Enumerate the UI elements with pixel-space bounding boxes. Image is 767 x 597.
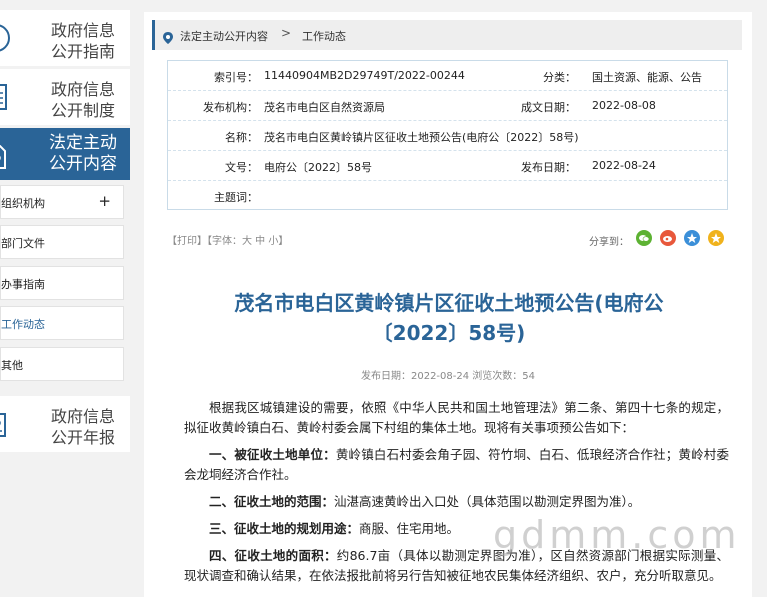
sidebar-subitem-label: 工作动态	[1, 318, 45, 331]
sidebar-subitem-org[interactable]: 组织机构 +	[0, 185, 124, 219]
document-icon	[0, 81, 14, 113]
meta-row: 主题词：	[168, 181, 727, 210]
sidebar-item-annual-report[interactable]: 政府信息 公开年报	[0, 396, 130, 452]
article-body: 根据我区城镇建设的需要，依照《中华人民共和国土地管理法》第二条、第四十七条的规定…	[184, 398, 729, 593]
share-label: 分享到：	[589, 237, 629, 248]
wechat-share-icon[interactable]	[636, 230, 652, 246]
sidebar-subitem-label: 办事指南	[1, 278, 45, 291]
meta-row: 发布机构： 茂名市电白区自然资源局 成文日期： 2022-08-08	[168, 91, 727, 121]
sidebar-subitem-label: 组织机构	[1, 197, 45, 210]
article-title: 茂名市电白区黄岭镇片区征收土地预公告(电府公 〔2022〕58号)	[234, 291, 664, 345]
sidebar-subitem-news[interactable]: 工作动态	[0, 306, 124, 340]
meta-value: 电府公〔2022〕58号	[264, 161, 372, 174]
meta-label: 文号：	[225, 161, 258, 174]
site-watermark: gdmm.com	[493, 513, 741, 557]
sidebar-subitem-other[interactable]: 其他	[0, 347, 124, 381]
sidebar-subitem-label: 部门文件	[1, 237, 45, 250]
sidebar-subitem-guide[interactable]: 办事指南	[0, 266, 124, 300]
meta-value: 11440904MB2D29749T/2022-00244	[264, 69, 465, 82]
meta-value: 2022-08-24	[592, 159, 656, 172]
breadcrumb-separator: >	[281, 26, 292, 40]
breadcrumb-link-content[interactable]: 法定主动公开内容	[180, 28, 268, 44]
meta-row: 名称： 茂名市电白区黄岭镇片区征收土地预公告(电府公〔2022〕58号)	[168, 121, 727, 151]
sidebar-subitem-docs[interactable]: 部门文件	[0, 225, 124, 259]
sidebar-item-label: 政府信息 公开年报	[50, 407, 115, 447]
weibo-share-icon[interactable]	[660, 230, 676, 246]
breadcrumb: 法定主动公开内容 > 工作动态	[152, 20, 742, 50]
main-content: 法定主动公开内容 > 工作动态 索引号： 11440904MB2D29749T/…	[144, 12, 752, 597]
article-paragraph: 根据我区城镇建设的需要，依照《中华人民共和国土地管理法》第二条、第四十七条的规定…	[184, 400, 729, 435]
article-paragraph: 一、被征收土地单位：黄岭镇白石村委会角子园、符竹垌、白石、低琅经济合作社；黄岭村…	[184, 447, 729, 482]
meta-row: 索引号： 11440904MB2D29749T/2022-00244 分类： 国…	[168, 61, 727, 91]
meta-row: 文号： 电府公〔2022〕58号 发布日期： 2022-08-24	[168, 151, 727, 181]
meta-label: 分类：	[543, 71, 576, 84]
location-pin-icon	[163, 29, 173, 44]
meta-label: 成文日期：	[521, 101, 576, 114]
meta-label: 发布机构：	[203, 101, 258, 114]
article-tools[interactable]: 【打印】【字体：大 中 小】	[167, 232, 288, 247]
article-pub-info: 发布日期：2022-08-24 浏览次数：54	[360, 371, 536, 382]
meta-table: 索引号： 11440904MB2D29749T/2022-00244 分类： 国…	[167, 60, 728, 210]
sidebar-item-content[interactable]: 法定主动 公开内容	[0, 128, 130, 180]
document-icon	[0, 140, 14, 172]
meta-label: 发布日期：	[521, 161, 576, 174]
expand-icon[interactable]: +	[98, 192, 111, 210]
favorite-star-icon[interactable]	[708, 230, 724, 246]
sidebar-item-guide[interactable]: 政府信息 公开指南	[0, 10, 130, 66]
article-paragraph: 二、征收土地的范围：汕湛高速黄岭出入口处（具体范围以勘测定界图为准）。	[209, 494, 641, 509]
circle-icon	[0, 22, 14, 54]
report-icon	[0, 408, 14, 440]
sidebar-subitem-label: 其他	[1, 359, 23, 372]
sidebar-item-label: 法定主动 公开内容	[49, 133, 117, 174]
meta-value: 茂名市电白区自然资源局	[264, 101, 385, 114]
meta-value: 2022-08-08	[592, 99, 656, 112]
meta-label: 索引号：	[214, 71, 258, 84]
meta-label: 名称：	[225, 131, 258, 144]
sidebar: 政府信息 公开指南 政府信息 公开制度 法定主动 公开内容 组织机构 + 部门文件 办…	[0, 0, 130, 597]
sidebar-item-label: 政府信息 公开制度	[50, 80, 115, 120]
breadcrumb-link-news[interactable]: 工作动态	[302, 28, 346, 44]
sidebar-item-system[interactable]: 政府信息 公开制度	[0, 69, 130, 125]
sidebar-item-label: 政府信息 公开指南	[50, 21, 115, 61]
qzone-share-icon[interactable]	[684, 230, 700, 246]
meta-label: 主题词：	[214, 191, 258, 204]
meta-value: 茂名市电白区黄岭镇片区征收土地预公告(电府公〔2022〕58号)	[264, 131, 579, 144]
meta-value: 国土资源、能源、公告	[592, 71, 702, 84]
